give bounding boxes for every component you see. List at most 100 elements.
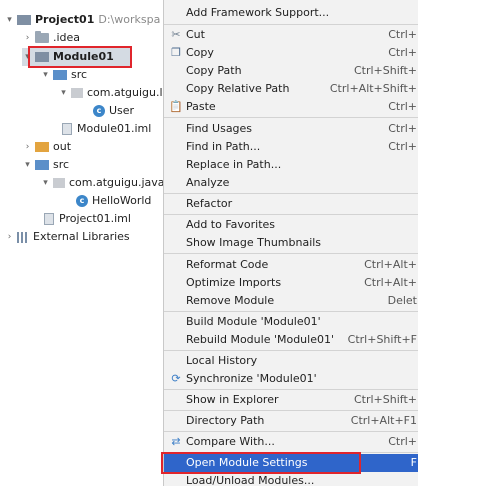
project-folder-icon (17, 15, 31, 25)
paste-icon: 📋 (169, 100, 183, 113)
tree-node-label: src (53, 158, 70, 171)
menu-item-label: Copy (186, 46, 214, 59)
menu-item-build-module[interactable]: Build Module 'Module01' (164, 313, 418, 331)
tree-node-label: Project01.iml (59, 212, 131, 225)
menu-item-shortcut: Ctrl+Alt+ (364, 276, 417, 289)
output-folder-icon (35, 142, 49, 152)
compare-icon: ⇄ (171, 435, 181, 448)
tree-node-package2[interactable]: ▾ com.atguigu.java (40, 174, 165, 192)
menu-item-shortcut: Ctrl+ (388, 100, 417, 113)
menu-separator (164, 214, 418, 215)
iml-file-icon (44, 213, 54, 225)
menu-separator (164, 253, 418, 254)
tree-node-project[interactable]: ▾ Project01 D:\workspa (4, 11, 160, 29)
menu-item-synchronize[interactable]: ⟳ Synchronize 'Module01' (164, 370, 418, 388)
menu-item-load-unload-modules[interactable]: Load/Unload Modules... (164, 472, 418, 486)
menu-separator (164, 452, 418, 453)
copy-icon: ❐ (171, 46, 181, 59)
menu-item-label: Add to Favorites (186, 218, 276, 231)
menu-item-reformat-code[interactable]: Reformat Code Ctrl+Alt+ (164, 256, 418, 274)
menu-item-add-framework-support[interactable]: Add Framework Support... (164, 4, 418, 22)
menu-item-remove-module[interactable]: Remove Module Delet (164, 292, 418, 310)
menu-item-local-history[interactable]: Local History (164, 352, 418, 370)
menu-separator (164, 431, 418, 432)
menu-separator (164, 311, 418, 312)
tree-node-module-iml[interactable]: Module01.iml (62, 120, 151, 138)
tree-node-package[interactable]: ▾ com.atguigu.l (58, 84, 162, 102)
chevron-down-icon[interactable]: ▾ (22, 156, 33, 174)
menu-separator (164, 117, 418, 118)
folder-icon (35, 31, 49, 43)
tree-node-label: src (71, 68, 88, 81)
menu-item-label: Show in Explorer (186, 393, 279, 406)
tree-node-out[interactable]: › out (22, 138, 71, 156)
menu-item-compare-with[interactable]: ⇄ Compare With... Ctrl+ (164, 433, 418, 451)
chevron-right-icon[interactable]: › (22, 29, 33, 47)
tree-node-label: User (109, 104, 135, 117)
menu-item-add-to-favorites[interactable]: Add to Favorites (164, 216, 418, 234)
sync-icon: ⟳ (171, 372, 181, 385)
menu-item-label: Refactor (186, 197, 233, 210)
chevron-down-icon[interactable]: ▾ (40, 174, 51, 192)
menu-item-label: Optimize Imports (186, 276, 282, 289)
menu-item-copy-path[interactable]: Copy Path Ctrl+Shift+ (164, 62, 418, 80)
chevron-down-icon[interactable]: ▾ (40, 66, 51, 84)
chevron-right-icon[interactable]: › (22, 138, 33, 156)
chevron-down-icon[interactable]: ▾ (22, 48, 33, 66)
menu-item-label: Directory Path (186, 414, 265, 427)
menu-separator (164, 410, 418, 411)
menu-item-cut[interactable]: ✂ Cut Ctrl+ (164, 26, 418, 44)
package-icon (71, 88, 83, 98)
tree-node-label: Module01 (53, 50, 114, 63)
menu-item-replace-in-path[interactable]: Replace in Path... (164, 156, 418, 174)
menu-item-paste[interactable]: 📋 Paste Ctrl+ (164, 98, 418, 116)
tree-node-helloworld[interactable]: c HelloWorld (76, 192, 151, 210)
menu-item-label: Cut (186, 28, 205, 41)
tree-node-src2[interactable]: ▾ src (22, 156, 69, 174)
menu-item-shortcut: Ctrl+Shift+ (353, 393, 417, 406)
menu-item-show-in-explorer[interactable]: Show in Explorer Ctrl+Shift+ (164, 391, 418, 409)
menu-item-open-module-settings[interactable]: Open Module Settings F (164, 454, 418, 472)
module-folder-icon (35, 52, 49, 62)
source-folder-icon (35, 160, 49, 170)
tree-node-module01[interactable]: ▾ Module01 (22, 48, 132, 66)
menu-item-label: Reformat Code (186, 258, 269, 271)
menu-item-analyze[interactable]: Analyze (164, 174, 418, 192)
menu-item-rebuild-module[interactable]: Rebuild Module 'Module01' Ctrl+Shift+F (164, 331, 418, 349)
tree-node-idea[interactable]: › .idea (22, 29, 80, 47)
menu-item-shortcut: F (410, 456, 417, 469)
source-folder-icon (53, 70, 67, 80)
chevron-down-icon[interactable]: ▾ (58, 84, 69, 102)
menu-item-find-in-path[interactable]: Find in Path... Ctrl+ (164, 138, 418, 156)
menu-item-show-image-thumbnails[interactable]: Show Image Thumbnails (164, 234, 418, 252)
tree-node-user[interactable]: c User (93, 102, 134, 120)
menu-item-label: Synchronize 'Module01' (186, 372, 317, 385)
menu-item-label: Analyze (186, 176, 230, 189)
menu-item-shortcut: Ctrl+Alt+F1 (350, 414, 417, 427)
menu-separator (164, 193, 418, 194)
menu-item-label: Open Module Settings (186, 456, 308, 469)
tree-node-project-iml[interactable]: Project01.iml (44, 210, 131, 228)
menu-item-directory-path[interactable]: Directory Path Ctrl+Alt+F1 (164, 412, 418, 430)
menu-item-refactor[interactable]: Refactor (164, 195, 418, 213)
tree-node-label: External Libraries (33, 230, 130, 243)
menu-item-optimize-imports[interactable]: Optimize Imports Ctrl+Alt+ (164, 274, 418, 292)
menu-separator (164, 24, 418, 25)
context-menu: Add Framework Support... ✂ Cut Ctrl+ ❐ C… (163, 0, 418, 486)
menu-item-copy-relative-path[interactable]: Copy Relative Path Ctrl+Alt+Shift+ (164, 80, 418, 98)
iml-file-icon (62, 123, 72, 135)
menu-item-find-usages[interactable]: Find Usages Ctrl+ (164, 120, 418, 138)
menu-item-label: Remove Module (186, 294, 275, 307)
tree-node-label: com.atguigu.java (69, 176, 165, 189)
menu-item-label: Load/Unload Modules... (186, 474, 315, 486)
menu-separator (164, 389, 418, 390)
chevron-right-icon[interactable]: › (4, 228, 15, 246)
menu-item-label: Find Usages (186, 122, 253, 135)
menu-item-label: Local History (186, 354, 258, 367)
tree-node-label: .idea (53, 31, 81, 44)
menu-item-copy[interactable]: ❐ Copy Ctrl+ (164, 44, 418, 62)
tree-node-src[interactable]: ▾ src (40, 66, 87, 84)
tree-node-external-libraries[interactable]: › External Libraries (4, 228, 130, 246)
menu-item-label: Add Framework Support... (186, 6, 330, 19)
chevron-down-icon[interactable]: ▾ (4, 11, 15, 29)
